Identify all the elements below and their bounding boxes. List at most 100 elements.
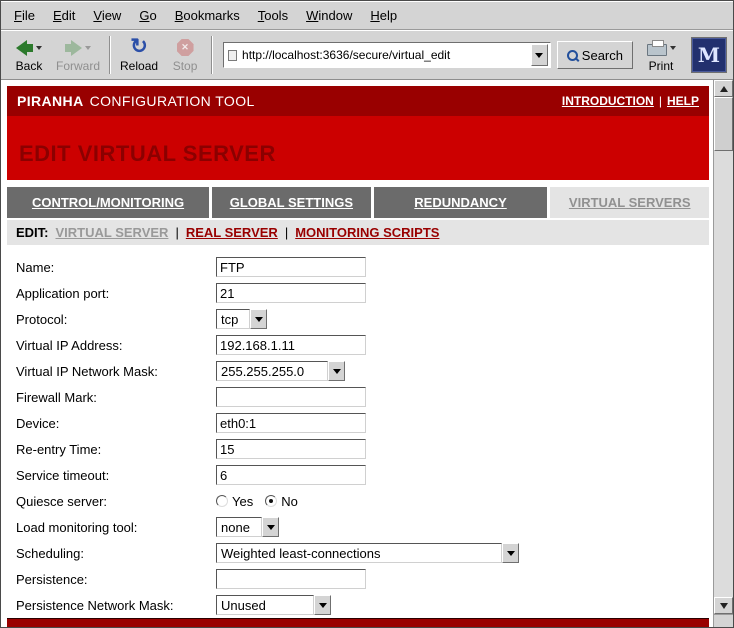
scrollbar-corner <box>714 614 733 627</box>
firewall-mark-label: Firewall Mark: <box>16 390 216 405</box>
search-icon <box>567 50 577 60</box>
print-dropdown-icon[interactable] <box>670 46 676 50</box>
menu-file[interactable]: File <box>5 5 44 26</box>
scheduling-dropdown-button[interactable] <box>502 543 519 563</box>
scheduling-label: Scheduling: <box>16 546 216 561</box>
protocol-dropdown-button[interactable] <box>250 309 267 329</box>
print-icon <box>647 44 667 56</box>
device-label: Device: <box>16 416 216 431</box>
firewall-mark-input[interactable] <box>216 387 366 407</box>
url-bar[interactable]: http://localhost:3636/secure/virtual_edi… <box>223 42 551 68</box>
chevron-down-icon <box>333 369 341 374</box>
stop-button[interactable]: Stop <box>163 37 207 74</box>
subnav-prefix: EDIT: <box>16 225 49 240</box>
introduction-link[interactable]: INTRODUCTION <box>562 94 654 108</box>
menu-help[interactable]: Help <box>361 5 406 26</box>
page-icon <box>228 50 237 61</box>
menu-view[interactable]: View <box>84 5 130 26</box>
form-row-firewall-mark: Firewall Mark: <box>16 384 709 410</box>
reentry-time-input[interactable] <box>216 439 366 459</box>
subnav-real-server-link[interactable]: REAL SERVER <box>186 225 278 240</box>
subnav-separator: | <box>175 225 178 240</box>
reload-button[interactable]: Reload <box>115 37 163 74</box>
form-row-application-port: Application port: <box>16 280 709 306</box>
toolbar-separator <box>211 36 213 74</box>
header-links: INTRODUCTION | HELP <box>562 94 699 108</box>
vertical-scrollbar[interactable] <box>713 80 733 627</box>
menu-bar: File Edit View Go Bookmarks Tools Window… <box>1 1 733 30</box>
load-monitoring-select[interactable]: none <box>216 517 279 537</box>
virtual-ip-mask-dropdown-button[interactable] <box>328 361 345 381</box>
application-port-input[interactable] <box>216 283 366 303</box>
persistence-mask-dropdown-button[interactable] <box>314 595 331 615</box>
browser-window: File Edit View Go Bookmarks Tools Window… <box>0 0 734 628</box>
service-timeout-input[interactable] <box>216 465 366 485</box>
form-row-virtual-ip-mask: Virtual IP Network Mask: 255.255.255.0 <box>16 358 709 384</box>
mozilla-throbber-icon[interactable] <box>691 37 727 73</box>
back-arrow-icon <box>16 40 33 56</box>
scrollbar-thumb[interactable] <box>714 97 733 151</box>
form-row-reentry-time: Re-entry Time: <box>16 436 709 462</box>
tab-global-settings[interactable]: GLOBAL SETTINGS <box>212 187 371 218</box>
scroll-up-button[interactable] <box>714 80 733 97</box>
name-input[interactable] <box>216 257 366 277</box>
persistence-mask-select[interactable]: Unused <box>216 595 331 615</box>
quiesce-server-radio-group: Yes No <box>216 494 310 509</box>
virtual-ip-mask-label: Virtual IP Network Mask: <box>16 364 216 379</box>
persistence-mask-label: Persistence Network Mask: <box>16 598 216 613</box>
reentry-time-label: Re-entry Time: <box>16 442 216 457</box>
protocol-select[interactable]: tcp <box>216 309 267 329</box>
load-monitoring-selected-value: none <box>216 517 262 537</box>
persistence-input[interactable] <box>216 569 366 589</box>
subnav-monitoring-scripts-link[interactable]: MONITORING SCRIPTS <box>295 225 439 240</box>
scheduling-select[interactable]: Weighted least-connections <box>216 543 519 563</box>
form-row-scheduling: Scheduling: Weighted least-connections <box>16 540 709 566</box>
back-label: Back <box>16 59 43 73</box>
browser-content-area: PIRANHA CONFIGURATION TOOL INTRODUCTION … <box>1 80 733 627</box>
menu-window[interactable]: Window <box>297 5 361 26</box>
menu-go[interactable]: Go <box>130 5 165 26</box>
chevron-down-icon <box>319 603 327 608</box>
piranha-brand: PIRANHA <box>17 93 84 109</box>
virtual-ip-mask-select[interactable]: 255.255.255.0 <box>216 361 345 381</box>
form-row-persistence: Persistence: <box>16 566 709 592</box>
url-dropdown-button[interactable] <box>531 44 548 66</box>
title-band: EDIT VIRTUAL SERVER <box>7 116 709 180</box>
persistence-label: Persistence: <box>16 572 216 587</box>
scroll-down-button[interactable] <box>714 597 733 614</box>
subnav-virtual-server-link[interactable]: VIRTUAL SERVER <box>56 225 169 240</box>
tab-redundancy[interactable]: REDUNDANCY <box>374 187 548 218</box>
print-button[interactable]: Print <box>639 37 683 74</box>
form-row-load-monitoring: Load monitoring tool: none <box>16 514 709 540</box>
chevron-down-icon <box>267 525 275 530</box>
back-dropdown-icon[interactable] <box>36 46 42 50</box>
quiesce-no-label[interactable]: No <box>281 494 298 509</box>
reload-icon <box>130 38 148 58</box>
scrollbar-track[interactable] <box>714 151 733 597</box>
search-button[interactable]: Search <box>557 41 633 69</box>
page-title: EDIT VIRTUAL SERVER <box>19 141 276 167</box>
menu-tools[interactable]: Tools <box>249 5 297 26</box>
quiesce-no-radio[interactable] <box>265 495 277 507</box>
tab-virtual-servers[interactable]: VIRTUAL SERVERS <box>550 187 709 218</box>
form-row-persistence-mask: Persistence Network Mask: Unused <box>16 592 709 618</box>
forward-label: Forward <box>56 59 100 73</box>
toolbar-separator <box>109 36 111 74</box>
forward-button[interactable]: Forward <box>51 37 105 74</box>
piranha-page: PIRANHA CONFIGURATION TOOL INTRODUCTION … <box>1 80 713 627</box>
chevron-down-icon <box>255 317 263 322</box>
back-button[interactable]: Back <box>7 37 51 74</box>
load-monitoring-dropdown-button[interactable] <box>262 517 279 537</box>
device-input[interactable] <box>216 413 366 433</box>
virtual-ip-input[interactable] <box>216 335 366 355</box>
tab-control-monitoring[interactable]: CONTROL/MONITORING <box>7 187 209 218</box>
load-monitoring-label: Load monitoring tool: <box>16 520 216 535</box>
stop-icon <box>177 39 194 56</box>
url-text[interactable]: http://localhost:3636/secure/virtual_edi… <box>242 48 528 62</box>
quiesce-yes-radio[interactable] <box>216 495 228 507</box>
help-link[interactable]: HELP <box>667 94 699 108</box>
quiesce-yes-label[interactable]: Yes <box>232 494 253 509</box>
menu-bookmarks[interactable]: Bookmarks <box>166 5 249 26</box>
piranha-header-bar: PIRANHA CONFIGURATION TOOL INTRODUCTION … <box>7 86 709 116</box>
menu-edit[interactable]: Edit <box>44 5 84 26</box>
